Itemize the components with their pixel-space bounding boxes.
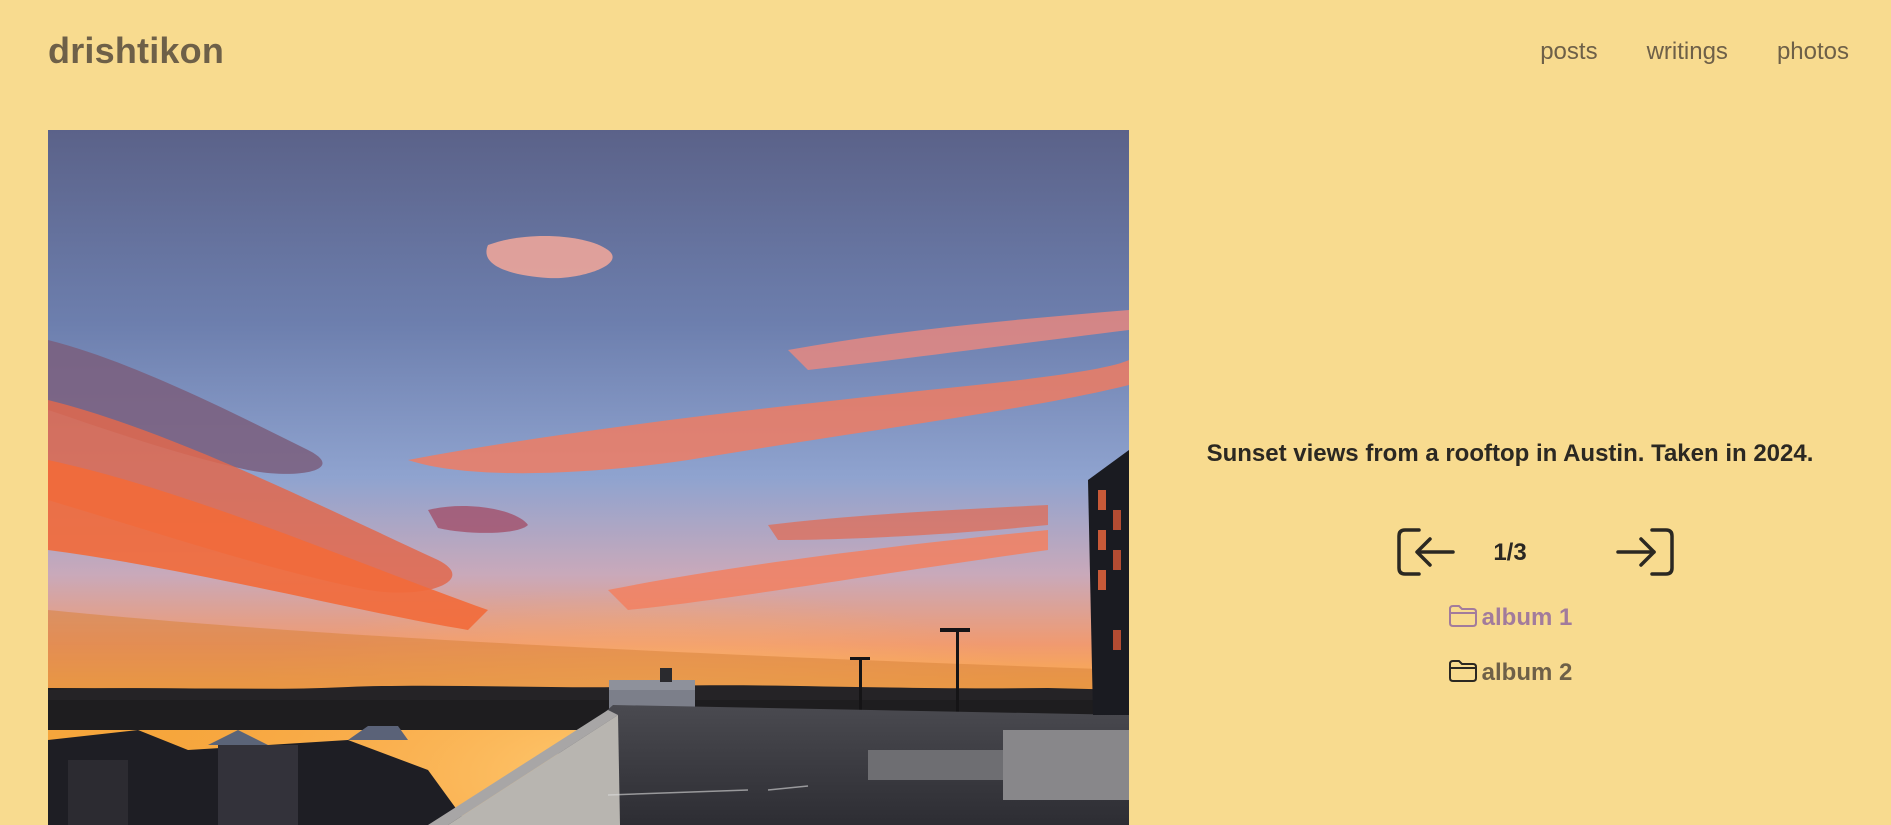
photo-pager: 1/3 <box>1129 526 1891 578</box>
folder-icon <box>1448 605 1477 627</box>
page: drishtikon posts writings photos Sunset … <box>0 0 1891 825</box>
photo-details: Sunset views from a rooftop in Austin. T… <box>1129 0 1891 825</box>
arrow-right-enter-icon <box>1616 528 1674 576</box>
site-brand[interactable]: drishtikon <box>48 30 224 72</box>
photo-caption: Sunset views from a rooftop in Austin. T… <box>1206 440 1814 467</box>
album-label: album 1 <box>1481 604 1573 631</box>
album-link-2[interactable]: album 2 <box>1129 659 1891 687</box>
album-label: album 2 <box>1481 659 1573 686</box>
next-photo-button[interactable] <box>1616 526 1674 578</box>
photo-counter: 1/3 <box>1493 539 1527 566</box>
gallery-photo <box>48 130 1129 825</box>
album-link-1[interactable]: album 1 <box>1129 604 1891 632</box>
folder-icon <box>1448 660 1477 682</box>
